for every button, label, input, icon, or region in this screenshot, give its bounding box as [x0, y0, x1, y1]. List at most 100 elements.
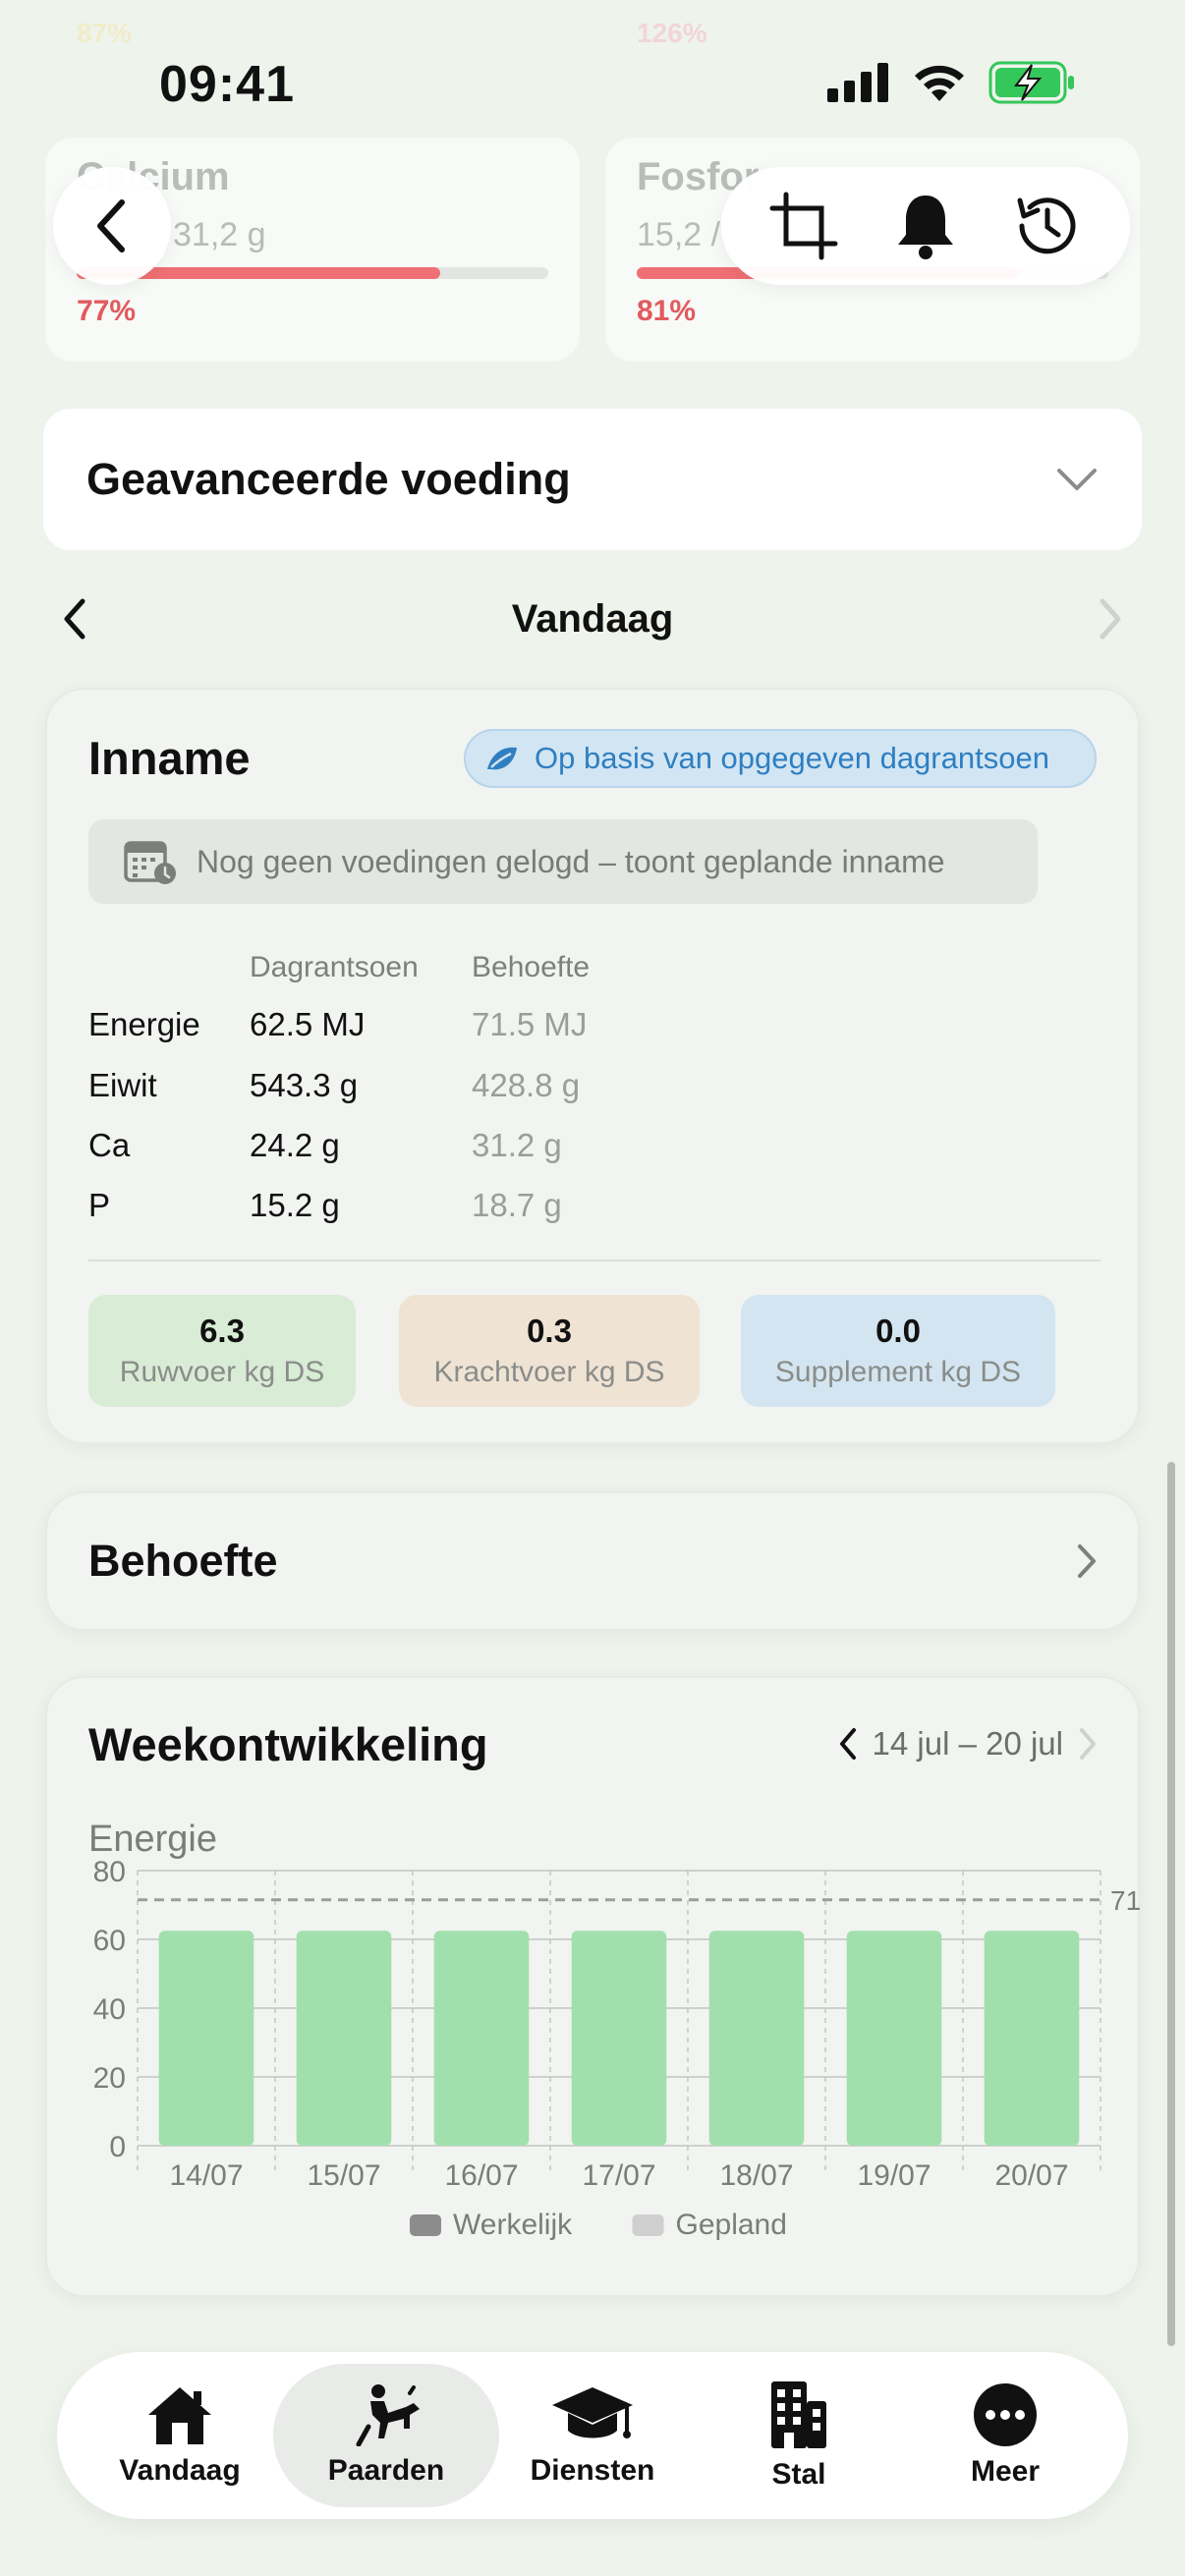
x-tick-label: 15/07 — [307, 2159, 380, 2192]
x-tick-label: 18/07 — [719, 2159, 793, 2192]
reference-line-label: 71 — [1110, 1885, 1141, 1916]
legend-swatch — [632, 2214, 664, 2236]
supplement-box: 0.0 Supplement kg DS — [741, 1295, 1055, 1407]
advanced-title: Geavanceerde voeding — [86, 454, 571, 504]
concentrate-box: 0.3 Krachtvoer kg DS — [399, 1295, 700, 1407]
back-button[interactable] — [53, 167, 171, 285]
tab-label: Vandaag — [119, 2454, 241, 2487]
legend-swatch — [410, 2214, 441, 2236]
status-icons — [827, 61, 1077, 104]
box-value: 0.0 — [875, 1313, 921, 1349]
y-tick-label: 80 — [93, 1856, 126, 1888]
tab-label: Stal — [771, 2458, 826, 2491]
box-label: Krachtvoer kg DS — [433, 1356, 665, 1388]
row-ration: 24.2 g — [250, 1127, 340, 1163]
requirements-row[interactable]: Behoefte — [45, 1491, 1140, 1631]
chevron-down-icon — [1057, 469, 1097, 490]
scrollbar[interactable] — [1167, 1462, 1175, 2346]
next-day-button[interactable] — [1095, 597, 1124, 641]
bar-14/07 — [158, 1931, 254, 2146]
row-ration: 543.3 g — [250, 1067, 359, 1103]
box-value: 6.3 — [199, 1313, 245, 1349]
row-label: Energie — [88, 1006, 200, 1042]
wifi-icon — [915, 65, 964, 101]
status-time: 09:41 — [159, 56, 295, 113]
calendar-clock-icon — [124, 841, 176, 884]
more-icon — [974, 2383, 1037, 2446]
roughage-box: 6.3 Ruwvoer kg DS — [88, 1295, 356, 1407]
y-tick-label: 0 — [109, 2131, 126, 2163]
horse-rider-icon — [356, 2384, 420, 2446]
tab-label: Meer — [970, 2455, 1041, 2488]
box-label: Ruwvoer kg DS — [119, 1356, 325, 1388]
row-label: Eiwit — [88, 1067, 157, 1103]
row-ration: 15.2 g — [250, 1187, 340, 1223]
intake-title: Inname — [88, 732, 251, 784]
no-feedings-notice: Nog geen voedingen gelogd – toont geplan… — [88, 819, 1038, 904]
divider — [88, 1260, 1100, 1261]
row-label: P — [88, 1187, 111, 1223]
requirements-title: Behoefte — [88, 1536, 278, 1586]
y-tick-label: 60 — [93, 1925, 126, 1957]
x-tick-label: 20/07 — [994, 2159, 1068, 2192]
row-need: 428.8 g — [472, 1067, 581, 1103]
tab-paarden[interactable]: Paarden — [273, 2364, 499, 2507]
notice-text: Nog geen voedingen gelogd – toont geplan… — [197, 843, 945, 879]
battery-charging-icon — [988, 61, 1074, 104]
chevron-left-icon — [97, 199, 125, 252]
chevron-right-icon — [1078, 1544, 1096, 1578]
bar-18/07 — [708, 1931, 805, 2146]
faded-percent-right: 126% — [637, 18, 707, 48]
column-header-need: Behoefte — [472, 951, 591, 983]
tab-label: Diensten — [530, 2454, 655, 2487]
x-tick-label: 14/07 — [169, 2159, 243, 2192]
legend-label: Werkelijk — [453, 2209, 573, 2241]
energy-chart: Energie 0 20 40 60 80 14/07 15/07 16/07 17/07 18/0… — [88, 1819, 1141, 2241]
bell-icon[interactable] — [894, 192, 957, 260]
legend-label: Gepland — [676, 2209, 787, 2241]
nutrient-value: 31,2 g — [173, 216, 266, 253]
building-icon — [771, 2381, 826, 2448]
day-label: Vandaag — [511, 596, 674, 641]
nutrient-percent: 81% — [637, 295, 697, 327]
tab-diensten[interactable]: Diensten — [489, 2364, 696, 2507]
weekly-trend-card: Weekontwikkeling 14 jul – 20 jul Energie… — [45, 1676, 1141, 2297]
y-tick-label: 40 — [93, 1993, 126, 2026]
x-tick-label: 19/07 — [857, 2159, 931, 2192]
history-icon[interactable] — [1012, 191, 1083, 261]
row-need: 18.7 g — [472, 1187, 562, 1223]
home-icon — [148, 2387, 211, 2444]
leaf-icon — [487, 747, 517, 770]
y-tick-label: 20 — [93, 2062, 126, 2095]
tab-meer[interactable]: Meer — [902, 2364, 1108, 2507]
advanced-nutrition-toggle[interactable]: Geavanceerde voeding — [43, 409, 1142, 550]
row-ration: 62.5 MJ — [250, 1006, 366, 1042]
bar-17/07 — [571, 1931, 667, 2146]
bar-19/07 — [846, 1931, 942, 2146]
row-need: 71.5 MJ — [472, 1006, 588, 1042]
nutrient-value: 15,2 / — [637, 216, 721, 253]
column-header-ration: Dagrantsoen — [250, 951, 419, 983]
tab-label: Paarden — [327, 2454, 445, 2487]
tab-vandaag[interactable]: Vandaag — [77, 2364, 283, 2507]
crop-icon[interactable] — [768, 191, 839, 261]
badge-text: Op basis van opgegeven dagrantsoen — [535, 741, 1049, 775]
tab-bar: Vandaag Paarden Diensten Stal Meer — [57, 2352, 1128, 2519]
row-need: 31.2 g — [472, 1127, 562, 1163]
intake-card: Inname Op basis van opgegeven dagrantsoe… — [45, 688, 1140, 1444]
chart-title: Energie — [88, 1819, 217, 1860]
previous-day-button[interactable] — [61, 597, 90, 641]
graduation-cap-icon — [552, 2387, 633, 2438]
x-tick-label: 17/07 — [582, 2159, 655, 2192]
signal-icon — [827, 63, 888, 102]
faded-percent-left: 87% — [77, 18, 133, 48]
bar-15/07 — [296, 1931, 392, 2146]
bar-20/07 — [984, 1931, 1080, 2146]
x-tick-label: 16/07 — [444, 2159, 518, 2192]
bar-16/07 — [433, 1931, 530, 2146]
tab-stal[interactable]: Stal — [696, 2364, 902, 2507]
toolbar-pill — [721, 167, 1130, 285]
nutrient-percent: 77% — [77, 295, 137, 327]
box-label: Supplement kg DS — [774, 1356, 1022, 1388]
row-label: Ca — [88, 1127, 131, 1163]
